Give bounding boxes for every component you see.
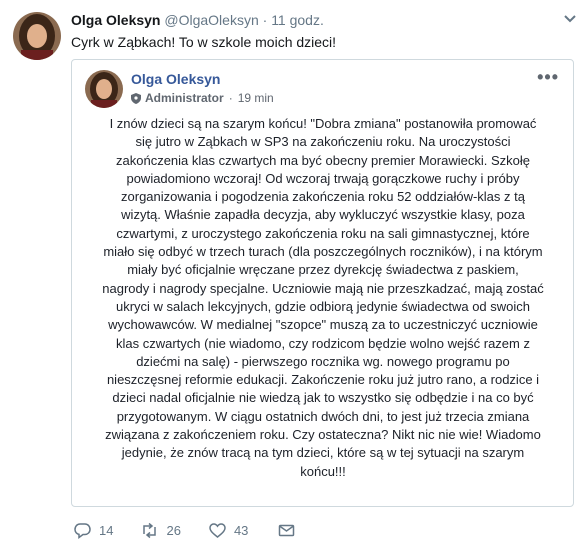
author-handle[interactable]: @OlgaOleksyn <box>164 12 258 28</box>
post-author-role: Administrator <box>145 91 224 105</box>
tweet-text: Cyrk w Ząbkach! To w szkole moich dzieci… <box>71 34 337 50</box>
tweet-time[interactable]: 11 godz. <box>271 12 324 28</box>
post-meta: Administrator · 19 min <box>131 91 274 105</box>
post-body: I znów dzieci są na szarym końcu! "Dobra… <box>102 116 544 479</box>
retweet-button[interactable]: 26 <box>141 522 181 539</box>
post-time[interactable]: 19 min <box>238 91 274 105</box>
like-icon <box>209 522 226 538</box>
reply-count: 14 <box>99 522 114 538</box>
separator: · <box>228 91 233 105</box>
more-options-icon[interactable]: ••• <box>537 68 559 86</box>
author-name[interactable]: Olga Oleksyn <box>71 12 160 28</box>
post-author-avatar[interactable] <box>85 70 123 108</box>
retweet-count: 26 <box>166 522 181 538</box>
retweet-icon <box>143 522 157 538</box>
embedded-facebook-post[interactable]: Olga Oleksyn Administrator · 19 min ••• … <box>71 59 574 507</box>
chevron-down-icon[interactable] <box>563 14 577 24</box>
reply-icon <box>74 522 91 539</box>
shield-icon <box>131 92 141 104</box>
like-button[interactable]: 43 <box>209 522 248 539</box>
tweet-header: Olga Oleksyn @OlgaOleksyn · 11 godz. <box>71 12 324 28</box>
like-count: 43 <box>233 522 249 538</box>
direct-message-button[interactable] <box>278 522 303 539</box>
author-avatar[interactable] <box>13 12 61 60</box>
direct-message-icon <box>279 524 295 536</box>
tweet-actions: 14 26 43 <box>74 520 331 540</box>
tweet: Olga Oleksyn @OlgaOleksyn · 11 godz. Cyr… <box>0 0 587 555</box>
post-author-name[interactable]: Olga Oleksyn <box>131 71 220 87</box>
separator: · <box>262 12 268 28</box>
reply-button[interactable]: 14 <box>74 522 113 539</box>
